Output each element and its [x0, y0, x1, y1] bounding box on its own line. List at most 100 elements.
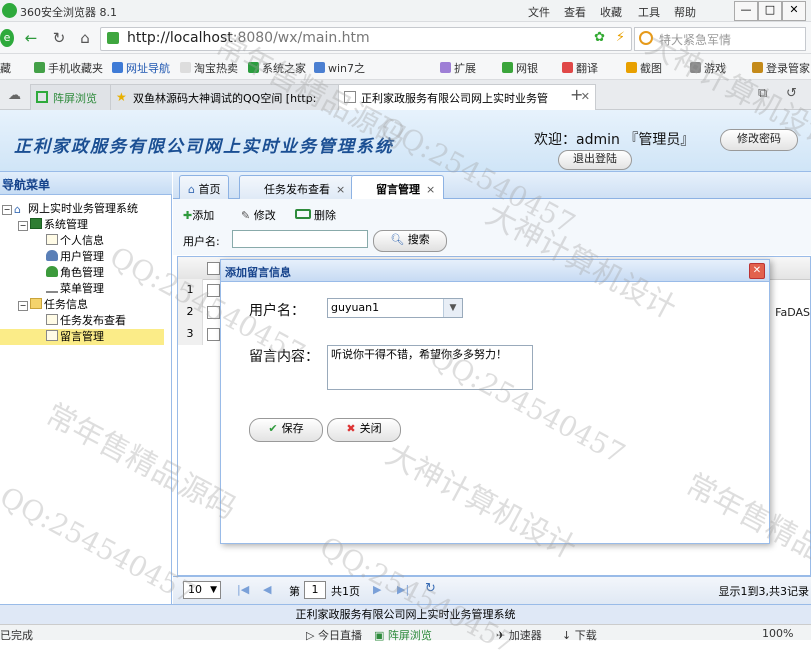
close-tab-icon[interactable]: × — [426, 183, 435, 196]
first-page-icon[interactable]: |◀ — [237, 583, 249, 596]
bookmark-games[interactable]: 游戏 — [690, 60, 726, 76]
status-live[interactable]: ▷ 今日直播 — [306, 627, 362, 643]
nav-item-menus[interactable]: 菜单管理 — [46, 281, 104, 297]
tab-menu-icon[interactable]: ↺ — [786, 86, 797, 101]
minimize-button[interactable]: — — [734, 1, 758, 21]
collapse-icon[interactable]: « — [2, 174, 164, 189]
restore-tab-icon[interactable]: ⧉ — [758, 86, 767, 101]
main-tabs: ⌂ 首页 任务发布查看 × 留言管理 × — [173, 172, 811, 205]
bookmark-label: 网址导航 — [126, 62, 170, 75]
username-select[interactable]: guyuan1 ▼ — [327, 298, 463, 318]
scissors-icon — [626, 62, 637, 73]
bookmarks-bar: 藏 手机收藏夹 网址导航 淘宝热卖 系统之家 win7之 扩展 网银 翻译 截图… — [0, 54, 811, 80]
menu-favorites[interactable]: 收藏 — [600, 4, 622, 20]
nav-item-profile[interactable]: 个人信息 — [46, 233, 104, 249]
dialog-close-icon[interactable]: ✕ — [749, 263, 765, 279]
maximize-button[interactable]: □ — [758, 1, 782, 21]
nav-item-roles[interactable]: 角色管理 — [46, 265, 104, 281]
home-icon[interactable]: ⌂ — [76, 29, 94, 47]
nav-item-task-publish[interactable]: 任务发布查看 — [46, 313, 126, 329]
dialog-title: 添加留言信息 — [225, 266, 291, 279]
last-page-icon[interactable]: ▶| — [397, 583, 409, 596]
tree-group-tasks[interactable]: − 任务信息 — [18, 297, 88, 313]
bookmark-login[interactable]: 登录管家 — [752, 60, 810, 76]
bookmark-label: 游戏 — [704, 62, 726, 75]
close-tab-icon[interactable]: × — [336, 183, 345, 196]
save-label: 保存 — [281, 422, 304, 435]
change-password-button[interactable]: 修改密码 — [720, 129, 798, 151]
bookmark-win7[interactable]: win7之 — [314, 60, 365, 76]
message-content-textarea[interactable]: 听说你干得不错，希望你多多努力！ — [327, 345, 533, 390]
bookmark-screenshot[interactable]: 截图 — [626, 60, 662, 76]
secure-shield-icon — [107, 32, 119, 44]
logout-button[interactable]: 退出登陆 — [558, 150, 632, 170]
bookmark-extensions[interactable]: 扩展 — [440, 60, 476, 76]
status-bar: 已完成 ▷ 今日直播 ▣ 阵屏浏览 ✈ 加速器 ↓ 下载 100% — [0, 624, 811, 643]
bookmark-label: 淘宝热卖 — [194, 62, 238, 75]
app-footer: 正利家政服务有限公司网上实时业务管理系统 — [0, 604, 811, 624]
nav-item-messages[interactable]: 留言管理 — [0, 329, 164, 345]
url-host: http://localhost — [127, 30, 233, 46]
refresh-icon[interactable]: ↻ — [50, 29, 68, 47]
compat-mode-icon[interactable]: ✿ — [594, 30, 605, 45]
status-download[interactable]: ↓ 下载 — [562, 627, 597, 643]
search-button[interactable]: 🔍︎ 搜索 — [373, 230, 447, 252]
collapse-tree-icon[interactable]: − — [18, 301, 28, 311]
bookmark-nav[interactable]: 网址导航 — [112, 60, 170, 76]
new-tab-icon[interactable]: + — [570, 85, 583, 104]
add-button[interactable]: ✚添加 — [183, 207, 214, 223]
status-accelerator[interactable]: ✈ 加速器 — [496, 627, 542, 643]
search-box[interactable]: 特大紧急军情 — [634, 27, 806, 51]
bookmark-bank[interactable]: 网银 — [502, 60, 538, 76]
edit-button[interactable]: ✎ 修改 — [241, 207, 276, 223]
menu-view[interactable]: 查看 — [564, 4, 586, 20]
back-icon[interactable]: ← — [22, 29, 40, 47]
status-split-view[interactable]: ▣ 阵屏浏览 — [374, 627, 432, 643]
next-page-icon[interactable]: ▶ — [373, 583, 381, 596]
tree-group-system[interactable]: − 系统管理 — [18, 217, 88, 233]
select-all-checkbox[interactable] — [207, 262, 220, 275]
bookmark-mobile[interactable]: 手机收藏夹 — [34, 60, 103, 76]
row-number: 3 — [178, 323, 203, 345]
user-icon — [46, 250, 58, 261]
collapse-tree-icon[interactable]: − — [18, 221, 28, 231]
split-icon: ▣ — [374, 629, 388, 642]
bookmark-label: 登录管家 — [766, 62, 810, 75]
welcome-text: 欢迎：admin 『管理员』 — [534, 132, 695, 148]
speed-icon[interactable]: ⚡ — [616, 30, 625, 45]
delete-button[interactable]: 删除 — [295, 207, 336, 223]
row-checkbox[interactable] — [207, 328, 220, 341]
prev-page-icon[interactable]: ◀ — [263, 583, 271, 596]
bookmark-translate[interactable]: 翻译 — [562, 60, 598, 76]
row-checkbox[interactable] — [207, 284, 220, 297]
left-nav: 导航菜单 « − ⌂ 网上实时业务管理系统 − 系统管理 个人信息 用户管理 角色管理… — [0, 172, 172, 604]
nav-item-users[interactable]: 用户管理 — [46, 249, 104, 265]
translate-icon — [562, 62, 573, 73]
browser-tabs: ☁ 阵屏浏览 ★ 双鱼林源码大神调试的QQ空间 [http: ✕ 正利家政服务有… — [0, 80, 811, 117]
tab-label: 正利家政服务有限公司网上实时业务管 — [361, 92, 548, 105]
nav-item-label: 留言管理 — [60, 330, 104, 343]
close-window-button[interactable]: ✕ — [782, 1, 806, 21]
bookmark-taobao[interactable]: 淘宝热卖 — [180, 60, 238, 76]
chevron-down-icon: ▼ — [210, 585, 217, 595]
save-button[interactable]: ✔ 保存 — [249, 418, 323, 442]
cloud-icon[interactable]: ☁ — [8, 88, 21, 103]
bookmark-0[interactable]: 藏 — [0, 60, 11, 76]
zoom-level[interactable]: 100% — [762, 627, 793, 640]
home-logo-icon[interactable]: e — [0, 29, 14, 47]
collapse-tree-icon[interactable]: − — [2, 205, 12, 215]
row-checkbox[interactable] — [207, 306, 220, 319]
page-size-select[interactable]: 10 ▼ — [183, 581, 221, 599]
close-button[interactable]: ✖ 关闭 — [327, 418, 401, 442]
refresh-grid-icon[interactable]: ↻ — [425, 581, 436, 596]
menu-file[interactable]: 文件 — [528, 4, 550, 20]
home-tree-icon: ⌂ — [14, 203, 21, 216]
page-number-input[interactable]: 1 — [304, 581, 326, 599]
menu-tools[interactable]: 工具 — [638, 4, 660, 20]
bookmark-syshome[interactable]: 系统之家 — [248, 60, 306, 76]
tree-root[interactable]: − ⌂ 网上实时业务管理系统 — [2, 201, 138, 217]
menu-help[interactable]: 帮助 — [674, 4, 696, 20]
status-split-label: 阵屏浏览 — [387, 629, 432, 642]
username-search-input[interactable] — [232, 230, 368, 248]
address-bar[interactable]: http://localhost:8080/wx/main.htm ✿ ⚡ — [100, 27, 632, 51]
